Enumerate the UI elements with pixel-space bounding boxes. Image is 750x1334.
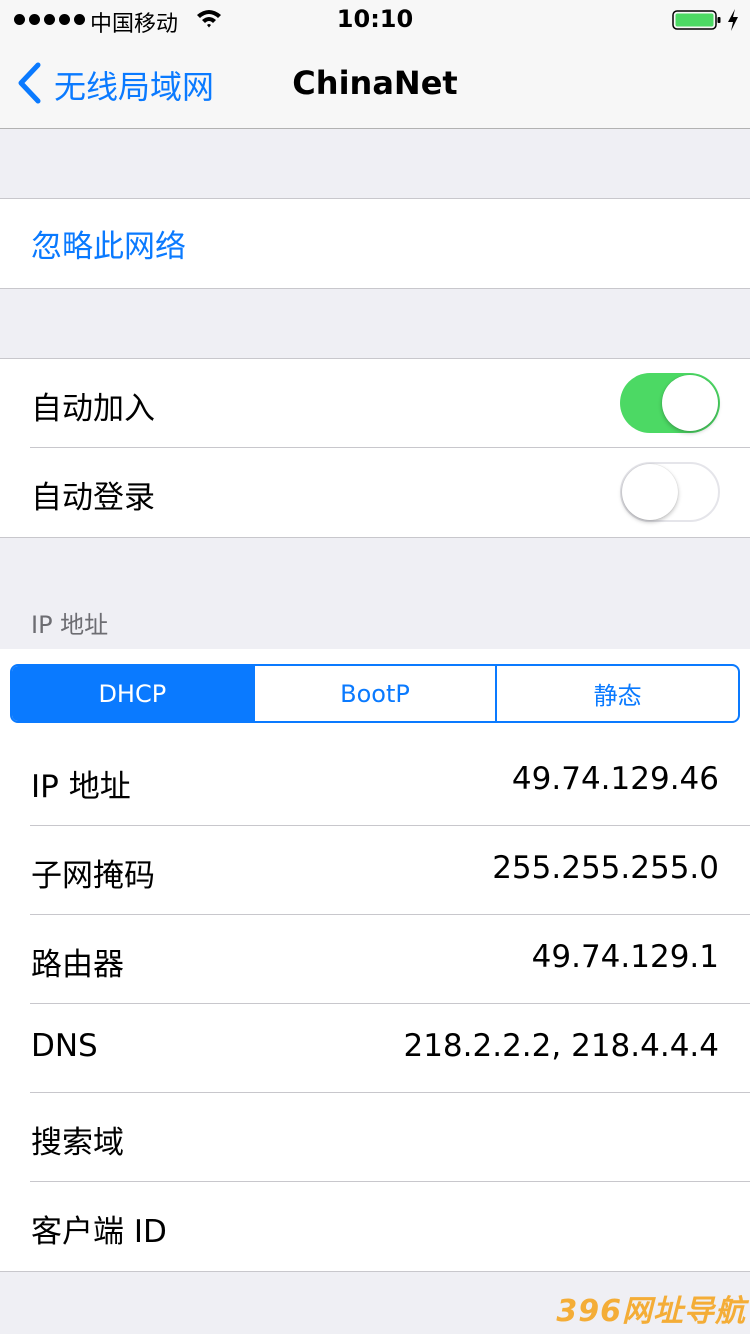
router-value: 49.74.129.1 <box>531 939 719 975</box>
dns-value: 218.2.2.2, 218.4.4.4 <box>403 1028 719 1064</box>
router-row: 路由器 49.74.129.1 <box>0 914 750 1004</box>
forget-group: 忽略此网络 <box>0 198 750 289</box>
auto-group: 自动加入 自动登录 <box>0 358 750 538</box>
subnet-mask-row: 子网掩码 255.255.255.0 <box>0 825 750 915</box>
auto-login-label: 自动登录 <box>31 480 155 516</box>
ip-details-group: IP 地址 49.74.129.46 子网掩码 255.255.255.0 路由… <box>0 737 750 1272</box>
ip-mode-container: DHCP BootP 静态 <box>0 649 750 737</box>
page-title: ChinaNet <box>292 64 458 102</box>
client-id-row[interactable]: 客户端 ID <box>0 1181 750 1271</box>
ip-address-row: IP 地址 49.74.129.46 <box>0 737 750 826</box>
segment-static[interactable]: 静态 <box>495 666 738 721</box>
search-domain-row[interactable]: 搜索域 <box>0 1092 750 1182</box>
navigation-bar: 无线局域网 ChinaNet <box>0 40 750 129</box>
auto-login-toggle[interactable] <box>620 462 720 522</box>
segment-bootp[interactable]: BootP <box>252 666 496 721</box>
auto-join-toggle[interactable] <box>620 373 720 433</box>
subnet-mask-label: 子网掩码 <box>31 858 155 894</box>
client-id-label: 客户端 ID <box>31 1214 167 1250</box>
auto-login-row: 自动登录 <box>0 447 750 537</box>
charging-icon <box>726 8 740 36</box>
ip-mode-segmented-control: DHCP BootP 静态 <box>10 664 740 723</box>
status-bar: 中国移动 10:10 <box>0 0 750 40</box>
forget-network-button[interactable]: 忽略此网络 <box>0 199 750 288</box>
battery-icon <box>672 9 722 35</box>
auto-join-label: 自动加入 <box>31 391 155 427</box>
subnet-mask-value: 255.255.255.0 <box>492 850 719 886</box>
dns-label: DNS <box>31 1028 98 1064</box>
dns-row[interactable]: DNS 218.2.2.2, 218.4.4.4 <box>0 1003 750 1093</box>
segment-dhcp[interactable]: DHCP <box>12 666 253 721</box>
ip-address-value: 49.74.129.46 <box>511 761 719 797</box>
ip-address-label: IP 地址 <box>31 769 131 805</box>
ip-section-header: IP 地址 <box>31 611 109 639</box>
watermark: 396网址导航 <box>556 1294 746 1329</box>
clock: 10:10 <box>336 5 414 33</box>
router-label: 路由器 <box>31 947 124 983</box>
search-domain-label: 搜索域 <box>31 1125 124 1161</box>
auto-join-row: 自动加入 <box>0 359 750 448</box>
forget-network-label: 忽略此网络 <box>31 229 186 265</box>
